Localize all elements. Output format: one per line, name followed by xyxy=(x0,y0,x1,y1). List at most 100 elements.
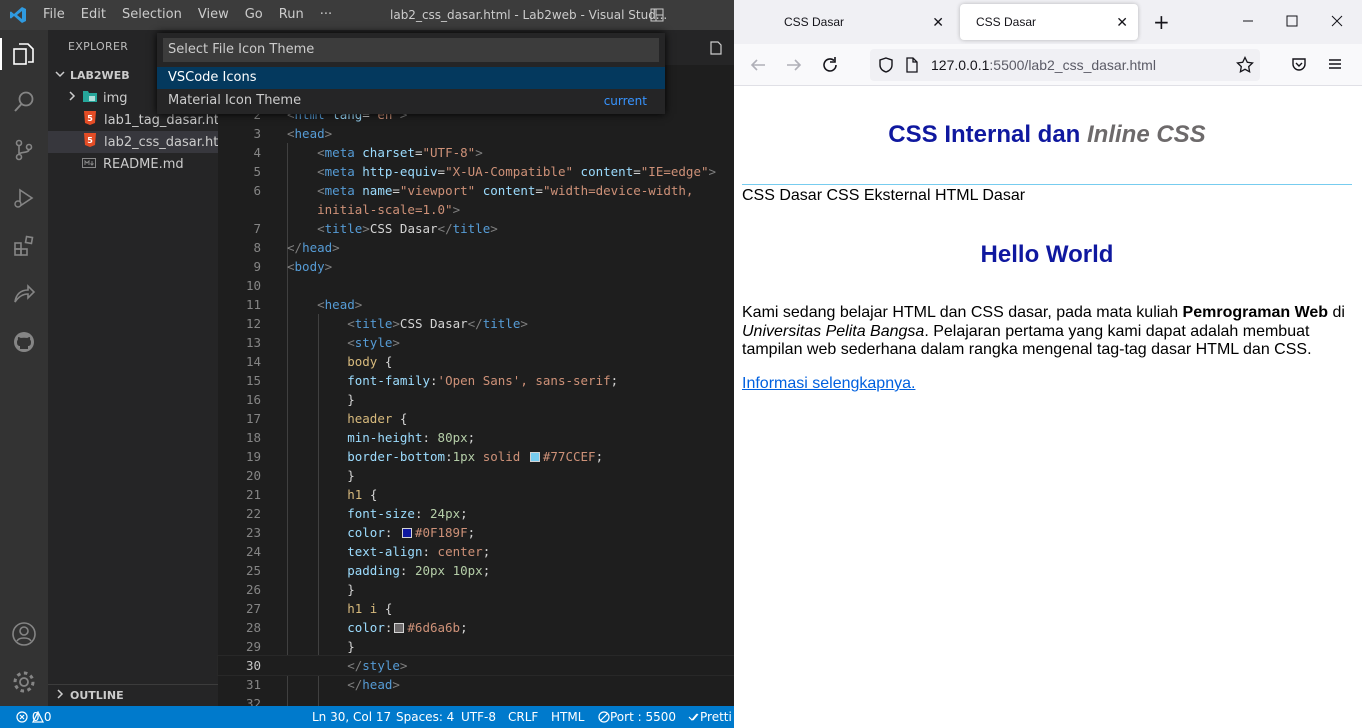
code-line[interactable]: 9 <body> xyxy=(218,257,734,276)
hamburger-menu-icon[interactable] xyxy=(1327,56,1343,76)
code-line[interactable]: 11 <head> xyxy=(218,295,734,314)
code-line[interactable]: 14 body { xyxy=(218,352,734,371)
new-tab-icon[interactable]: + xyxy=(1153,10,1170,34)
menu-edit[interactable]: Edit xyxy=(73,0,114,30)
vscode-logo-icon xyxy=(9,6,27,28)
source-control-icon[interactable] xyxy=(10,136,38,164)
code-line[interactable]: 26 } xyxy=(218,580,734,599)
end-of-line[interactable]: CRLF xyxy=(508,706,538,728)
quick-pick-option-material-icon-theme[interactable]: Material Icon Theme current xyxy=(157,90,665,112)
code-line[interactable]: 25 padding: 20px 10px; xyxy=(218,561,734,580)
indentation[interactable]: Spaces: 4 xyxy=(396,706,454,728)
prettier-status[interactable]: Pretti xyxy=(688,706,732,728)
workspace-folder-label: LAB2WEB xyxy=(70,69,130,82)
line-content: h1 { xyxy=(347,487,378,502)
line-content: <meta charset="UTF-8"> xyxy=(317,145,483,160)
quick-pick-option-vscode-icons[interactable]: VSCode Icons xyxy=(157,67,665,89)
code-line[interactable]: 23 color: #0F189F; xyxy=(218,523,734,542)
address-bar[interactable]: 127.0.0.1:5500/lab2_css_dasar.html xyxy=(870,49,1260,81)
code-line[interactable]: 20 } xyxy=(218,466,734,485)
code-line[interactable]: 13 <style> xyxy=(218,333,734,352)
code-line[interactable]: 30 </style> xyxy=(217,655,734,676)
layout-icon[interactable] xyxy=(650,8,664,26)
code-line[interactable]: 3 <head> xyxy=(218,124,734,143)
line-number: 12 xyxy=(245,316,261,331)
reload-icon[interactable] xyxy=(821,56,839,78)
run-debug-icon[interactable] xyxy=(10,184,38,212)
code-line[interactable]: 21 h1 { xyxy=(218,485,734,504)
minimize-icon[interactable] xyxy=(1242,12,1254,31)
forward-arrow-icon[interactable] xyxy=(785,56,803,78)
search-icon[interactable] xyxy=(10,88,38,116)
extensions-icon[interactable] xyxy=(10,232,38,260)
remote-explorer-icon[interactable] xyxy=(10,280,38,308)
file-tab-icon[interactable] xyxy=(710,40,722,59)
code-line[interactable]: 24 text-align: center; xyxy=(218,542,734,561)
browser-tab-1[interactable]: CSS Dasar ✕ xyxy=(768,4,954,40)
language-mode[interactable]: HTML xyxy=(551,706,584,728)
option-label: Material Icon Theme xyxy=(168,93,302,108)
heading-main-text: CSS Internal dan xyxy=(888,121,1087,148)
line-number: 16 xyxy=(245,392,261,407)
close-tab-icon[interactable]: ✕ xyxy=(1116,4,1128,40)
menu-selection[interactable]: Selection xyxy=(114,0,190,30)
page-heading: CSS Internal dan Inline CSS xyxy=(742,121,1352,149)
code-line[interactable]: 16 } xyxy=(218,390,734,409)
code-line[interactable]: initial-scale=1.0"> xyxy=(218,200,734,219)
back-arrow-icon[interactable] xyxy=(749,56,767,78)
cursor-position[interactable]: Ln 30, Col 17 xyxy=(312,706,391,728)
warning-count: 0 xyxy=(43,710,52,724)
line-content: min-height: 80px; xyxy=(347,430,476,445)
code-line[interactable]: 10 xyxy=(218,276,734,295)
close-tab-icon[interactable]: ✕ xyxy=(932,4,944,40)
menu-run[interactable]: Run xyxy=(271,0,312,30)
code-line[interactable]: 4 <meta charset="UTF-8"> xyxy=(218,143,734,162)
code-line[interactable]: 19 border-bottom:1px solid #77CCEF; xyxy=(218,447,734,466)
accounts-icon[interactable] xyxy=(10,620,38,648)
code-line[interactable]: 31 </head> xyxy=(218,675,734,694)
code-line[interactable]: 15 font-family:'Open Sans', sans-serif; xyxy=(218,371,734,390)
live-server-port[interactable]: Port : 5500 xyxy=(598,706,676,728)
more-info-link[interactable]: Informasi selengkapnya. xyxy=(742,375,915,393)
code-line[interactable]: 28 color: #6d6a6b; xyxy=(218,618,734,637)
problems-indicator[interactable]: 0 0 xyxy=(16,706,51,728)
code-editor[interactable]: 2 <html lang="en"> 3 <head> 4 <meta charset=… xyxy=(217,30,734,713)
browser-tab-2[interactable]: CSS Dasar ✕ xyxy=(960,4,1138,40)
menu-more[interactable]: ··· xyxy=(312,0,340,30)
page-icon[interactable] xyxy=(905,57,919,77)
pocket-icon[interactable] xyxy=(1291,56,1307,76)
code-line[interactable]: 27 h1 i { xyxy=(218,599,734,618)
tree-item-readme[interactable]: README.md xyxy=(48,153,218,175)
code-line[interactable]: 17 header { xyxy=(218,409,734,428)
bookmark-star-icon[interactable] xyxy=(1236,55,1254,78)
url-host: 127.0.0.1 xyxy=(931,57,990,73)
code-line[interactable]: 29 } xyxy=(218,637,734,656)
line-content: <title>CSS Dasar</title> xyxy=(347,316,528,331)
quick-pick-input[interactable]: Select File Icon Theme xyxy=(163,38,659,62)
line-content: <meta name="viewport" content="width=dev… xyxy=(317,183,694,198)
menu-go[interactable]: Go xyxy=(237,0,271,30)
encoding[interactable]: UTF-8 xyxy=(461,706,496,728)
outline-section[interactable]: OUTLINE xyxy=(48,684,218,706)
workspace-folder[interactable]: LAB2WEB xyxy=(54,68,130,83)
manage-gear-icon[interactable] xyxy=(10,668,38,696)
tree-item-lab2[interactable]: 5 lab2_css_dasar.html xyxy=(48,131,235,153)
code-line[interactable]: 6 <meta name="viewport" content="width=d… xyxy=(218,181,734,200)
browser-tab-strip: CSS Dasar ✕ CSS Dasar ✕ + xyxy=(734,0,1362,44)
code-line[interactable]: 7 <title>CSS Dasar</title> xyxy=(218,219,734,238)
line-number: 24 xyxy=(245,544,261,559)
code-line[interactable]: 8 </head> xyxy=(218,238,734,257)
code-line[interactable]: 18 min-height: 80px; xyxy=(218,428,734,447)
maximize-icon[interactable] xyxy=(1286,12,1298,31)
code-line[interactable]: 22 font-size: 24px; xyxy=(218,504,734,523)
shield-icon[interactable] xyxy=(878,57,894,77)
close-window-icon[interactable] xyxy=(1331,12,1343,31)
menu-view[interactable]: View xyxy=(190,0,237,30)
code-line[interactable]: 12 <title>CSS Dasar</title> xyxy=(218,314,734,333)
code-line[interactable]: 5 <meta http-equiv="X-UA-Compatible" con… xyxy=(218,162,734,181)
menu-file[interactable]: File xyxy=(35,0,73,30)
line-content: </style> xyxy=(347,658,408,673)
github-icon[interactable] xyxy=(10,328,38,356)
explorer-icon[interactable] xyxy=(10,40,38,68)
firefox-window: CSS Dasar ✕ CSS Dasar ✕ + 127.0.0.1:5500… xyxy=(734,0,1362,728)
